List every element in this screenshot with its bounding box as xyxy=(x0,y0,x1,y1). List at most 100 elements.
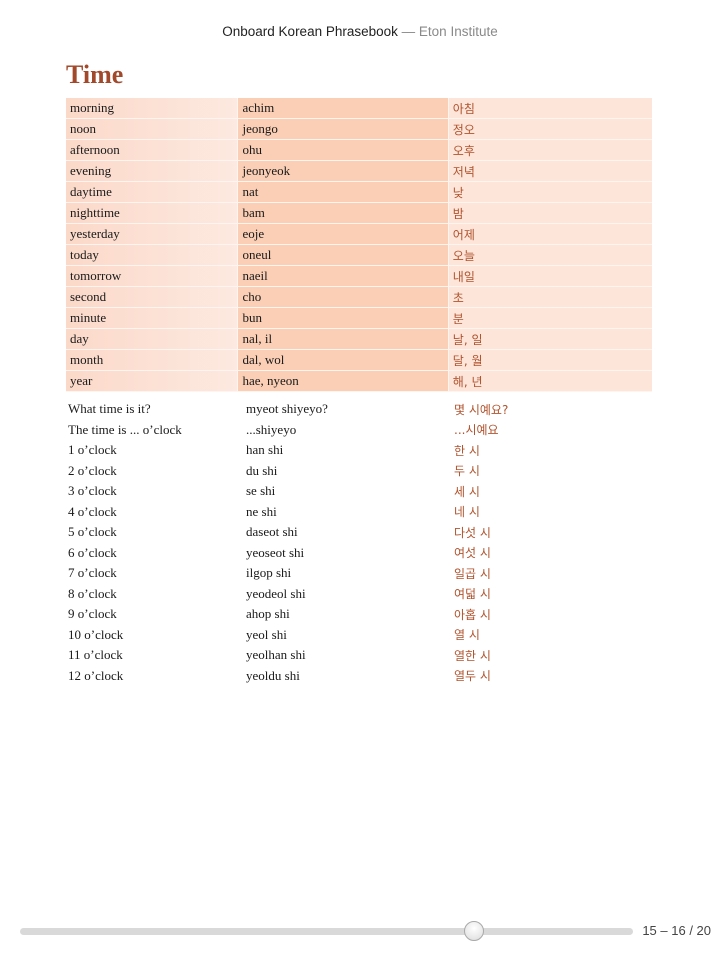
english-cell: What time is it? xyxy=(68,401,151,417)
phrase-table: What time is it? myeot shiyeyo? 몇 시예요? The … xyxy=(66,399,652,686)
korean-cell: 내일 xyxy=(447,266,652,287)
phrase-row: 11 o’clock yeolhan shi 열한 시 xyxy=(66,645,652,666)
phrase-row: 10 o’clock yeol shi 열 시 xyxy=(66,625,652,646)
english-cell: minute xyxy=(66,308,238,329)
header-separator: — xyxy=(401,24,419,39)
vocab-row: month dal, wol 달, 월 xyxy=(66,350,652,371)
phrase-row: 8 o’clock yeodeol shi 여덟 시 xyxy=(66,584,652,605)
phrase-row: 1 o’clock han shi 한 시 xyxy=(66,440,652,461)
korean-cell: 한 시 xyxy=(454,443,480,458)
vocab-row: year hae, nyeon 해, 년 xyxy=(66,371,652,392)
book-header: Onboard Korean Phrasebook — Eton Institu… xyxy=(0,24,720,39)
english-cell: evening xyxy=(66,161,238,182)
english-cell: nighttime xyxy=(66,203,238,224)
korean-cell: 저녁 xyxy=(447,161,652,182)
vocab-row: today oneul 오늘 xyxy=(66,245,652,266)
english-cell: afternoon xyxy=(66,140,238,161)
korean-cell: 정오 xyxy=(447,119,652,140)
romanization-cell: yeol shi xyxy=(246,626,287,642)
korean-cell: 밤 xyxy=(447,203,652,224)
korean-cell: 어제 xyxy=(447,224,652,245)
english-cell: month xyxy=(66,350,238,371)
phrase-row: 7 o’clock ilgop shi 일곱 시 xyxy=(66,563,652,584)
vocab-row: nighttime bam 밤 xyxy=(66,203,652,224)
english-cell: 7 o’clock xyxy=(68,565,117,581)
romanization-cell: bun xyxy=(237,308,448,329)
romanization-cell: bam xyxy=(237,203,448,224)
vocab-row: minute bun 분 xyxy=(66,308,652,329)
vocabulary-table: morning achim 아침 noon jeongo 정오 afternoon ohu 오후… xyxy=(66,98,652,392)
english-cell: 5 o’clock xyxy=(68,524,117,540)
romanization-cell: yeodeol shi xyxy=(246,585,306,601)
korean-cell: 네 시 xyxy=(454,505,480,520)
vocab-row: morning achim 아침 xyxy=(66,98,652,119)
korean-cell: 열두 시 xyxy=(454,669,491,684)
page-indicator: 15 – 16 / 20 xyxy=(642,923,711,938)
vocab-row: noon jeongo 정오 xyxy=(66,119,652,140)
english-cell: 8 o’clock xyxy=(68,585,117,601)
romanization-cell: du shi xyxy=(246,462,278,478)
korean-cell: 분 xyxy=(447,308,652,329)
romanization-cell: daseot shi xyxy=(246,524,298,540)
phrase-row: 4 o’clock ne shi 네 시 xyxy=(66,502,652,523)
romanization-cell: yeolhan shi xyxy=(246,647,306,663)
romanization-cell: naeil xyxy=(237,266,448,287)
english-cell: second xyxy=(66,287,238,308)
korean-cell: 아홉 시 xyxy=(454,607,491,622)
vocab-row: tomorrow naeil 내일 xyxy=(66,266,652,287)
english-cell: 11 o’clock xyxy=(68,647,123,663)
romanization-cell: jeonyeok xyxy=(237,161,448,182)
korean-cell: 여섯 시 xyxy=(454,546,491,561)
english-cell: noon xyxy=(66,119,238,140)
korean-cell: 오늘 xyxy=(447,245,652,266)
phrase-row: 3 o’clock se shi 세 시 xyxy=(66,481,652,502)
english-cell: daytime xyxy=(66,182,238,203)
english-cell: today xyxy=(66,245,238,266)
page-navigation-bar: 15 – 16 / 20 xyxy=(0,918,720,946)
vocab-row: evening jeonyeok 저녁 xyxy=(66,161,652,182)
phrase-row: 12 o’clock yeoldu shi 열두 시 xyxy=(66,666,652,687)
english-cell: 10 o’clock xyxy=(68,626,124,642)
romanization-cell: myeot shiyeyo? xyxy=(246,401,328,417)
vocab-row: afternoon ohu 오후 xyxy=(66,140,652,161)
publisher-name: Eton Institute xyxy=(418,24,498,39)
english-cell: 4 o’clock xyxy=(68,503,117,519)
english-cell: morning xyxy=(66,98,238,119)
korean-cell: 열 시 xyxy=(454,628,480,643)
korean-cell: 두 시 xyxy=(454,464,480,479)
section-title: Time xyxy=(66,60,124,89)
english-cell: 12 o’clock xyxy=(68,667,124,683)
romanization-cell: ilgop shi xyxy=(246,565,292,581)
english-cell: 9 o’clock xyxy=(68,606,117,622)
phrase-row: What time is it? myeot shiyeyo? 몇 시예요? xyxy=(66,399,652,420)
romanization-cell: jeongo xyxy=(237,119,448,140)
romanization-cell: achim xyxy=(237,98,448,119)
korean-cell: ...시예요 xyxy=(454,423,499,438)
korean-cell: 오후 xyxy=(447,140,652,161)
romanization-cell: se shi xyxy=(246,483,276,499)
vocab-row: yesterday eoje 어제 xyxy=(66,224,652,245)
phrase-row: 2 o’clock du shi 두 시 xyxy=(66,461,652,482)
page-slider-track[interactable] xyxy=(20,928,633,935)
korean-cell: 해, 년 xyxy=(447,371,652,392)
korean-cell: 달, 월 xyxy=(447,350,652,371)
romanization-cell: eoje xyxy=(237,224,448,245)
page-slider-thumb[interactable] xyxy=(463,921,484,941)
korean-cell: 세 시 xyxy=(454,484,480,499)
romanization-cell: nal, il xyxy=(237,329,448,350)
phrase-row: 9 o’clock ahop shi 아홉 시 xyxy=(66,604,652,625)
english-cell: The time is ... o’clock xyxy=(68,421,182,437)
romanization-cell: dal, wol xyxy=(237,350,448,371)
english-cell: 2 o’clock xyxy=(68,462,117,478)
korean-cell: 열한 시 xyxy=(454,648,491,663)
vocab-row: second cho 초 xyxy=(66,287,652,308)
korean-cell: 초 xyxy=(447,287,652,308)
korean-cell: 낮 xyxy=(447,182,652,203)
english-cell: 6 o’clock xyxy=(68,544,117,560)
romanization-cell: nat xyxy=(237,182,448,203)
phrase-row: 6 o’clock yeoseot shi 여섯 시 xyxy=(66,543,652,564)
phrase-row: 5 o’clock daseot shi 다섯 시 xyxy=(66,522,652,543)
romanization-cell: ohu xyxy=(237,140,448,161)
english-cell: yesterday xyxy=(66,224,238,245)
romanization-cell: ne shi xyxy=(246,503,277,519)
